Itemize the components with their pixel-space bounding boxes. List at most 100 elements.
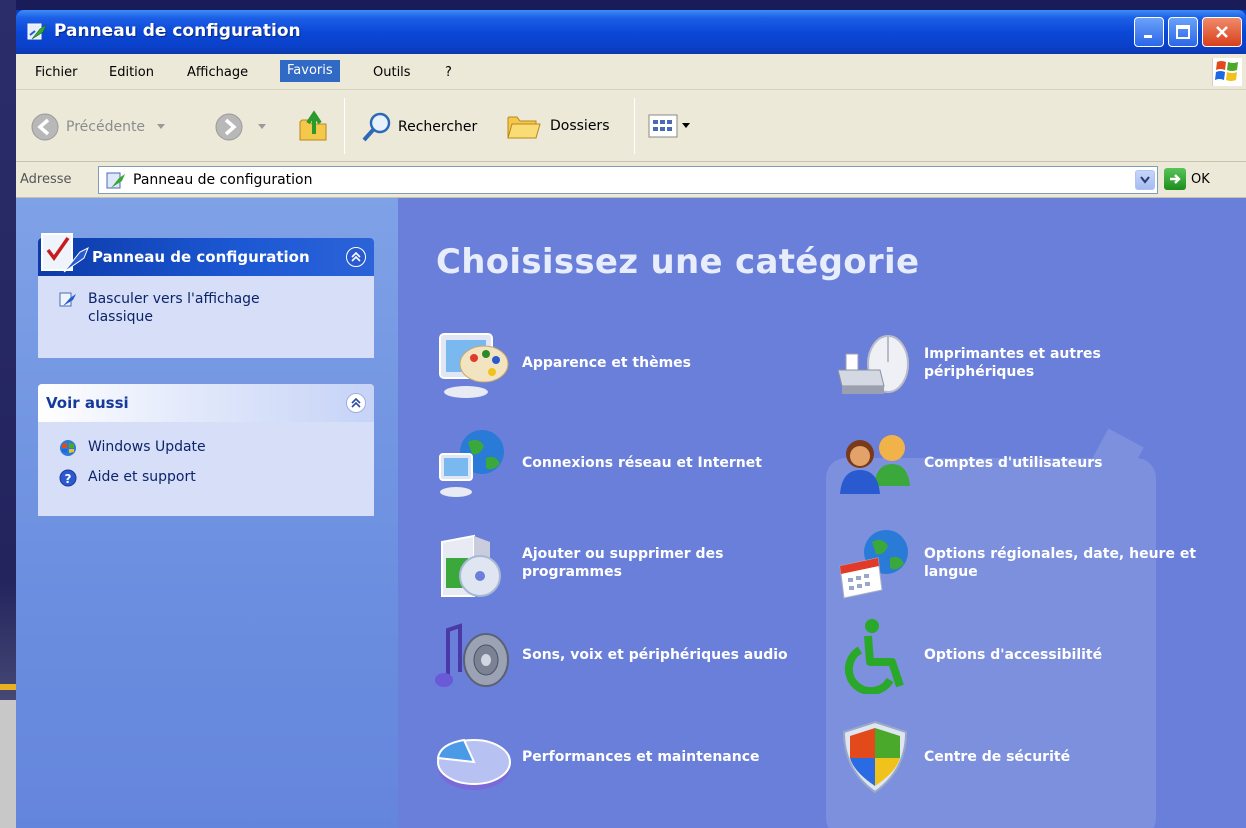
category-network-label: Connexions réseau et Internet	[522, 455, 762, 471]
chevron-down-icon	[258, 124, 266, 129]
control-panel-task-body: Basculer vers l'affichage classique	[38, 276, 374, 358]
category-security-center-label: Centre de sécurité	[924, 749, 1071, 765]
maximize-icon	[1176, 25, 1190, 39]
search-button[interactable]: Rechercher	[360, 110, 477, 144]
go-button[interactable]: OK	[1164, 168, 1210, 190]
back-button[interactable]: Précédente	[30, 112, 166, 142]
classic-view-link[interactable]: Basculer vers l'affichage classique	[58, 290, 364, 326]
users-icon	[840, 435, 910, 494]
taskbar-edge	[0, 684, 16, 690]
category-network[interactable]: Connexions réseau et Internet	[434, 424, 762, 502]
menu-outils[interactable]: Outils	[366, 62, 418, 84]
accessibility-icon	[844, 619, 904, 694]
category-security-center[interactable]: Centre de sécurité	[836, 718, 1070, 796]
toolbar-separator	[344, 98, 345, 154]
category-printers-label: Imprimantes et autres périphériques	[924, 346, 1101, 380]
help-support-link[interactable]: ? Aide et support	[58, 468, 364, 488]
address-input[interactable]: Panneau de configuration	[98, 166, 1158, 194]
speaker-note-icon	[435, 623, 509, 687]
category-accessibility-label: Options d'accessibilité	[924, 647, 1103, 663]
back-label: Précédente	[66, 119, 146, 135]
title-bar[interactable]: Panneau de configuration	[16, 10, 1246, 54]
help-support-label: Aide et support	[88, 469, 196, 485]
collapse-button[interactable]	[346, 393, 366, 413]
folders-label: Dossiers	[550, 118, 610, 134]
menu-bar: Fichier Edition Affichage Favoris Outils…	[16, 54, 1246, 90]
double-chevron-up-icon	[351, 398, 361, 408]
category-view: Choisissez une catégorie Apparence et th…	[398, 198, 1246, 828]
category-accessibility[interactable]: Options d'accessibilité	[836, 616, 1102, 694]
category-add-remove-programs-label: Ajouter ou supprimer des programmes	[522, 546, 724, 580]
network-globe-icon	[439, 430, 504, 497]
minimize-icon	[1144, 35, 1152, 38]
views-button[interactable]	[648, 114, 690, 138]
menu-help[interactable]: ?	[438, 62, 459, 84]
forward-button[interactable]	[214, 112, 266, 142]
menu-favoris[interactable]: Favoris	[280, 60, 340, 82]
menu-edition[interactable]: Edition	[102, 62, 161, 84]
category-user-accounts[interactable]: Comptes d'utilisateurs	[836, 424, 1102, 502]
category-regional-options-label: Options régionales, date, heure et langu…	[924, 546, 1197, 580]
collapse-button[interactable]	[346, 247, 366, 267]
category-performance[interactable]: Performances et maintenance	[434, 718, 760, 796]
folders-button[interactable]: Dossiers	[506, 110, 610, 142]
see-also-title: Voir aussi	[46, 394, 129, 412]
category-regional-options[interactable]: Options régionales, date, heure et langu…	[836, 524, 1224, 602]
windows-update-icon	[60, 440, 76, 456]
control-panel-icon	[106, 172, 125, 189]
control-panel-checklist-icon	[41, 233, 89, 273]
category-appearance-label: Apparence et thèmes	[522, 355, 691, 371]
folder-up-icon	[299, 110, 327, 141]
classic-view-label: Basculer vers l'affichage classique	[88, 291, 260, 325]
go-arrow-icon	[1164, 168, 1186, 190]
double-chevron-up-icon	[351, 252, 361, 262]
category-add-remove-programs[interactable]: Ajouter ou supprimer des programmes	[434, 524, 772, 602]
see-also-header[interactable]: Voir aussi	[38, 384, 374, 422]
windows-update-label: Windows Update	[88, 439, 206, 455]
category-sounds-label: Sons, voix et périphériques audio	[522, 647, 788, 663]
palette-monitor-icon	[439, 333, 509, 398]
close-button[interactable]	[1202, 17, 1242, 47]
security-shield-icon	[842, 720, 908, 794]
svg-text:?: ?	[65, 472, 72, 486]
category-printers[interactable]: Imprimantes et autres périphériques	[836, 324, 1164, 402]
toolbar: Précédente Rechercher Dossiers	[16, 90, 1246, 162]
desktop-edge	[0, 0, 16, 828]
maximize-button[interactable]	[1168, 17, 1198, 47]
address-value: Panneau de configuration	[133, 172, 313, 188]
chevron-down-icon	[682, 123, 690, 128]
folders-icon	[507, 116, 541, 139]
see-also-box: Voir aussi Windows Update ? Aide et supp…	[38, 384, 374, 516]
category-performance-label: Performances et maintenance	[522, 749, 760, 765]
views-icon	[648, 114, 678, 138]
category-sounds[interactable]: Sons, voix et périphériques audio	[434, 616, 792, 694]
windows-flag-icon	[1215, 61, 1238, 81]
calendar-globe-icon	[839, 530, 908, 599]
pie-chart-icon	[436, 738, 511, 790]
control-panel-icon	[27, 23, 47, 40]
address-dropdown-button[interactable]	[1135, 170, 1155, 190]
windows-update-link[interactable]: Windows Update	[58, 438, 364, 458]
page-title: Choisissez une catégorie	[436, 242, 920, 282]
task-pane: Panneau de configuration Basculer vers l…	[16, 198, 398, 828]
help-icon: ?	[59, 469, 77, 487]
go-label: OK	[1191, 171, 1210, 187]
address-bar: Adresse Panneau de configuration OK	[16, 162, 1246, 198]
category-appearance[interactable]: Apparence et thèmes	[434, 324, 691, 402]
control-panel-task-box: Panneau de configuration Basculer vers l…	[38, 233, 374, 358]
chevron-down-icon	[1140, 176, 1150, 184]
window-title: Panneau de configuration	[54, 21, 301, 41]
classic-view-icon	[59, 292, 76, 307]
close-icon	[1216, 26, 1228, 38]
windows-logo	[1212, 58, 1242, 86]
address-label: Adresse	[20, 172, 72, 187]
control-panel-task-header[interactable]: Panneau de configuration	[38, 233, 374, 276]
menu-fichier[interactable]: Fichier	[28, 62, 85, 84]
back-arrow-icon	[31, 113, 59, 141]
menu-affichage[interactable]: Affichage	[180, 62, 255, 84]
search-icon	[362, 112, 391, 142]
toolbar-separator	[634, 98, 635, 154]
up-folder-button[interactable]	[296, 108, 332, 144]
minimize-button[interactable]	[1134, 17, 1164, 47]
chevron-down-icon	[157, 124, 166, 129]
